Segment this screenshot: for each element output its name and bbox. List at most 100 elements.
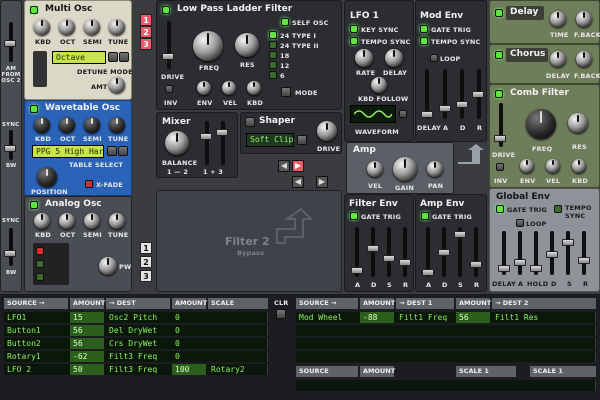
lpf-freq-knob[interactable]	[193, 31, 223, 61]
wavetable-osc-kbd-knob[interactable]	[34, 117, 50, 133]
matrix-left-source-cell[interactable]: Rotary1	[4, 351, 68, 362]
matrix-left-scale-cell[interactable]	[208, 351, 268, 362]
matrix-right-source[interactable]: Mod Wheel	[296, 312, 358, 323]
matrix-left-source-cell[interactable]: Button1	[4, 325, 68, 336]
multi-osc-mode-down-button[interactable]	[108, 52, 118, 62]
matrix-right-empty-row-3[interactable]	[296, 351, 596, 362]
wavetable-osc-oct-knob[interactable]	[59, 117, 75, 133]
matrix-left-amount-cell[interactable]: 56	[70, 338, 104, 349]
matrix-left-dest-cell[interactable]: Osc2 Pitch	[106, 312, 170, 323]
mod-env-r-handle[interactable]	[472, 91, 484, 98]
matrix-right-amount[interactable]: -88	[360, 312, 394, 323]
comb-freq-knob[interactable]	[526, 109, 556, 139]
global-env-loop-button[interactable]	[516, 219, 524, 227]
lpf-kbd-knob[interactable]	[247, 81, 261, 95]
comb-kbd-knob[interactable]	[572, 159, 586, 173]
comb-inv-button[interactable]	[496, 163, 504, 171]
mod-env-loop-button[interactable]	[430, 54, 438, 62]
comb-env-knob[interactable]	[520, 159, 534, 173]
filter-env-a-handle[interactable]	[351, 267, 363, 274]
wavetable-osc-power-led[interactable]	[30, 105, 38, 113]
matrix-left-amount-cell[interactable]: 56	[70, 325, 104, 336]
analog-osc-power-led[interactable]	[30, 201, 38, 209]
mixer-level-handle-2[interactable]	[216, 129, 228, 136]
filter-env-s-handle[interactable]	[383, 255, 395, 262]
matrix-right-empty-row-1[interactable]	[296, 325, 596, 336]
filter-env-d-handle[interactable]	[367, 245, 379, 252]
matrix-left-source-cell[interactable]: LFO1	[4, 312, 68, 323]
multi-osc-oct-knob[interactable]	[59, 19, 75, 35]
wavetable-table-down-button[interactable]	[107, 146, 117, 156]
mixer-balance-knob[interactable]	[165, 131, 189, 155]
analog-osc-kbd-knob[interactable]	[34, 213, 50, 229]
matrix-left-amount-cell[interactable]: 50	[70, 364, 104, 375]
matrix-right-lower-row[interactable]	[296, 380, 596, 391]
matrix-left-amount2-cell[interactable]: 100	[172, 364, 206, 375]
lpf-type-led-2[interactable]	[269, 41, 277, 49]
shaper-route-right-arrow[interactable]: ▶	[292, 160, 304, 172]
amp-env-r-handle[interactable]	[470, 261, 482, 268]
lpf-env-knob[interactable]	[197, 81, 211, 95]
mod-env-d-track[interactable]	[460, 69, 464, 119]
multi-osc-power-led[interactable]	[30, 6, 38, 14]
filter2-route-button-2[interactable]: 2	[140, 256, 152, 268]
matrix-left-source-cell[interactable]: LFO 2	[4, 364, 68, 375]
analog-wave-led-2[interactable]	[36, 260, 44, 268]
filter2-panel[interactable]: Filter 2 Bypass	[156, 190, 342, 292]
shaper-route-left-arrow[interactable]: ◀	[278, 160, 290, 172]
amp-env-gate-trig-led[interactable]	[421, 212, 429, 220]
shaper-mode-display[interactable]: Soft Clip	[246, 133, 294, 147]
mod-env-delay-handle[interactable]	[421, 111, 433, 118]
lpf-type-led-4[interactable]	[269, 61, 277, 69]
wavetable-osc-semi-knob[interactable]	[84, 117, 100, 133]
matrix-clear-button[interactable]	[276, 309, 286, 319]
mod-env-d-handle[interactable]	[456, 101, 468, 108]
filter-route-left-arrow[interactable]: ◀	[292, 176, 304, 188]
matrix-right-dest2[interactable]: Filt1 Res	[492, 312, 596, 323]
multi-osc-semi-knob[interactable]	[84, 19, 100, 35]
matrix-left-dest-cell[interactable]: Crs DryWet	[106, 338, 170, 349]
osc-route-button-2[interactable]: 2	[140, 26, 152, 38]
delay-time-knob[interactable]	[550, 11, 566, 27]
filter2-route-button-3[interactable]: 3	[140, 270, 152, 282]
global-env-a-track[interactable]	[518, 231, 522, 275]
matrix-left-amount2-cell[interactable]: 0	[172, 338, 206, 349]
global-env-s-handle[interactable]	[562, 239, 574, 246]
lpf-vel-knob[interactable]	[222, 81, 236, 95]
lpf-drive-track[interactable]	[167, 21, 171, 69]
am-slider-handle[interactable]	[4, 40, 16, 47]
wavetable-xfade-led[interactable]	[85, 180, 93, 188]
osc-route-button-3[interactable]: 3	[140, 38, 152, 50]
lpf-inv-button[interactable]	[165, 85, 173, 93]
amp-vel-knob[interactable]	[367, 161, 383, 177]
matrix-left-dest-cell[interactable]: Filt3 Freq	[106, 364, 170, 375]
matrix-left-dest-cell[interactable]: Del DryWet	[106, 325, 170, 336]
bw-slider-handle-2[interactable]	[4, 250, 16, 257]
matrix-left-scale-cell[interactable]	[208, 325, 268, 336]
mixer-level-track-1[interactable]	[205, 121, 209, 165]
lpf-res-knob[interactable]	[235, 33, 259, 57]
osc-route-button-1[interactable]: 1	[140, 14, 152, 26]
lfo1-kbd-follow-knob[interactable]	[371, 77, 387, 93]
mixer-level-track-2[interactable]	[221, 121, 225, 165]
global-env-tempo-sync-led[interactable]	[554, 205, 562, 213]
shaper-power-button[interactable]	[245, 117, 255, 127]
comb-vel-knob[interactable]	[546, 159, 560, 173]
analog-osc-semi-knob[interactable]	[84, 213, 100, 229]
lpf-self-osc-led[interactable]	[281, 18, 289, 26]
amp-env-a-handle[interactable]	[422, 269, 434, 276]
matrix-left-amount-cell[interactable]: 15	[70, 312, 104, 323]
multi-osc-amt-knob[interactable]	[109, 77, 125, 93]
filter2-route-button-1[interactable]: 1	[140, 242, 152, 254]
bw-slider-handle-1[interactable]	[4, 145, 16, 152]
matrix-left-scale-cell[interactable]	[208, 312, 268, 323]
matrix-right-amount2[interactable]: 56	[456, 312, 490, 323]
global-env-d-handle[interactable]	[546, 251, 558, 258]
filter-route-right-arrow[interactable]: ▶	[316, 176, 328, 188]
shaper-drive-knob[interactable]	[317, 121, 337, 141]
chorus-delay-knob[interactable]	[550, 51, 566, 67]
global-env-a-handle[interactable]	[514, 259, 526, 266]
chorus-fback-knob[interactable]	[576, 51, 592, 67]
amp-env-r-track[interactable]	[474, 227, 478, 277]
shaper-mode-down-button[interactable]	[297, 135, 307, 145]
